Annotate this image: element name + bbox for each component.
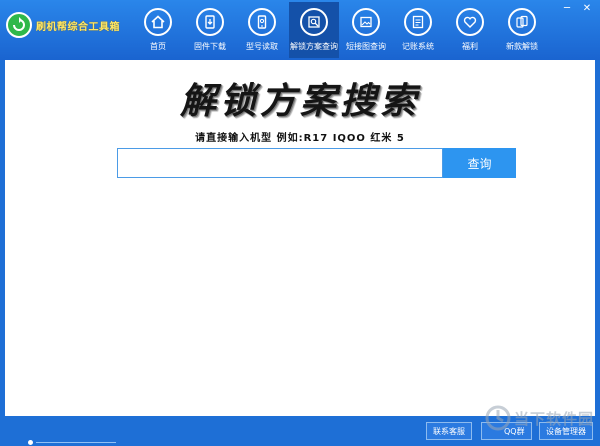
image-icon: [352, 8, 380, 36]
contact-support-button[interactable]: 联系客服: [426, 422, 472, 440]
watermark-text: 当下软件园: [514, 409, 595, 428]
firmware-download-icon: [196, 8, 224, 36]
nav-label: 福利: [462, 42, 478, 51]
minimize-button[interactable]: ─: [558, 2, 576, 16]
app-title: 刷机帮综合工具箱: [36, 21, 120, 33]
home-icon: [144, 8, 172, 36]
status-indicator-icon: [28, 440, 33, 445]
logo-icon: [6, 12, 32, 38]
watermark-logo-icon: [485, 405, 511, 431]
nav-item-new-unlock[interactable]: 新款解锁: [497, 2, 547, 58]
new-phone-icon: [508, 8, 536, 36]
search-hint: 请直接输入机型 例如:R17 IQOO 红米 5: [195, 133, 405, 144]
window-controls: ─ ✕: [558, 2, 596, 16]
heart-icon: [456, 8, 484, 36]
main-nav: 首页 固件下载 型号读取 解锁方案查询 短接图查询 记账系统 福利 新款解锁: [133, 2, 549, 58]
nav-label: 短接图查询: [346, 42, 386, 51]
nav-label: 解锁方案查询: [290, 42, 338, 51]
nav-item-short-circuit[interactable]: 短接图查询: [341, 2, 391, 58]
search-button[interactable]: 查询: [443, 148, 516, 178]
nav-label: 新款解锁: [506, 42, 538, 51]
search-input[interactable]: [117, 148, 443, 178]
nav-label: 首页: [150, 42, 166, 51]
app-logo: 刷机帮综合工具箱: [6, 12, 120, 38]
watermark: 当下软件园: [484, 404, 594, 432]
close-button[interactable]: ✕: [578, 2, 596, 16]
nav-item-ledger[interactable]: 记账系统: [393, 2, 443, 58]
nav-item-model-read[interactable]: 型号读取: [237, 2, 287, 58]
status-link: [36, 442, 116, 443]
page-title: 解锁方案搜索: [179, 80, 420, 122]
nav-item-unlock-search[interactable]: 解锁方案查询: [289, 2, 339, 58]
nav-label: 型号读取: [246, 42, 278, 51]
ledger-icon: [404, 8, 432, 36]
nav-label: 记账系统: [402, 42, 434, 51]
title-bar: 刷机帮综合工具箱 首页 固件下载 型号读取 解锁方案查询 短接图查询 记账系统 …: [0, 0, 600, 60]
unlock-search-icon: [300, 8, 328, 36]
phone-read-icon: [248, 8, 276, 36]
nav-item-welfare[interactable]: 福利: [445, 2, 495, 58]
nav-item-home[interactable]: 首页: [133, 2, 183, 58]
nav-item-firmware-download[interactable]: 固件下载: [185, 2, 235, 58]
main-panel: 解锁方案搜索 请直接输入机型 例如:R17 IQOO 红米 5 查询: [5, 60, 595, 416]
nav-label: 固件下载: [194, 42, 226, 51]
